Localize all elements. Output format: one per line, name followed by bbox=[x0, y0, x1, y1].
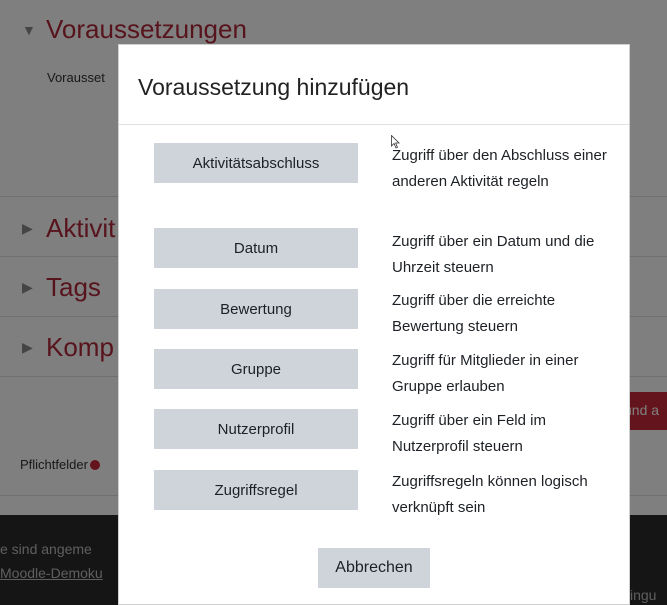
option-description: Zugriff über ein Feld im Nutzerprofil st… bbox=[392, 412, 546, 455]
option-zugriffsregel-button[interactable]: Zugriffsregel bbox=[154, 470, 358, 510]
option-description: Zugriff über den Abschluss einer anderen… bbox=[392, 147, 607, 190]
option-bewertung-button[interactable]: Bewertung bbox=[154, 289, 358, 329]
modal-title: Voraussetzung hinzufügen bbox=[138, 74, 410, 100]
modal-header: Voraussetzung hinzufügen bbox=[119, 45, 629, 125]
option-nutzerprofil-button[interactable]: Nutzerprofil bbox=[154, 409, 358, 449]
option-description: Zugriffsregeln können logisch verknüpft … bbox=[392, 473, 588, 516]
cancel-button[interactable]: Abbrechen bbox=[318, 548, 430, 588]
option-description: Zugriff für Mitglieder in einer Gruppe e… bbox=[392, 352, 579, 395]
option-description: Zugriff über die erreichte Bewertung ste… bbox=[392, 292, 556, 335]
option-aktivitaetsabschluss-button[interactable]: Aktivitätsabschluss bbox=[154, 143, 358, 183]
option-description: Zugriff über ein Datum und die Uhrzeit s… bbox=[392, 233, 595, 276]
option-gruppe-button[interactable]: Gruppe bbox=[154, 349, 358, 389]
option-datum-button[interactable]: Datum bbox=[154, 228, 358, 268]
add-restriction-dialog: Voraussetzung hinzufügen Aktivitätsabsch… bbox=[118, 44, 630, 605]
